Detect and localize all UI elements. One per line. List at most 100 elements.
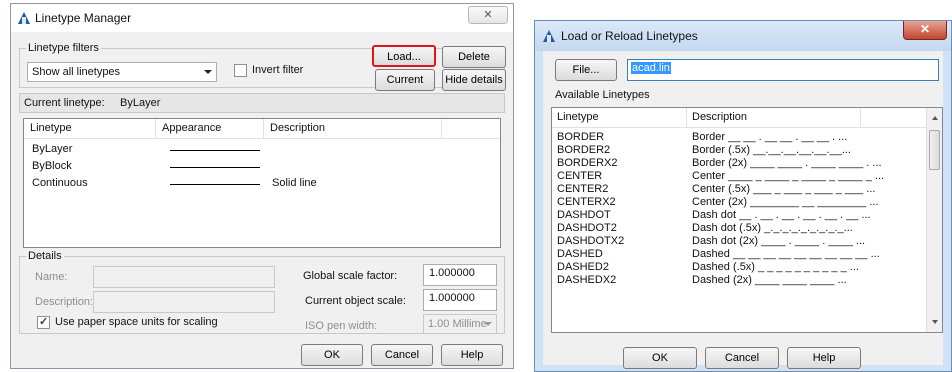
help-button-label: Help (460, 349, 484, 361)
linetype-name: CENTER (557, 170, 603, 182)
global-scale-label: Global scale factor: (303, 270, 398, 282)
file-path-value: acad.lin (631, 62, 671, 74)
help-button-label: Help (812, 352, 836, 364)
available-linetypes-list[interactable]: Linetype Description BORDER Border __ __ … (551, 107, 943, 333)
current-linetype-label: Current linetype: (24, 97, 105, 109)
global-scale-field[interactable]: 1.000000 (423, 264, 497, 286)
table-row[interactable]: BORDER2 Border (.5x) __.__.__.__.__.__... (552, 144, 928, 157)
linetype-name: Continuous (32, 177, 88, 189)
column-header-appearance[interactable]: Appearance (156, 119, 264, 139)
object-scale-field[interactable]: 1.000000 (423, 289, 497, 311)
column-header-description[interactable]: Description (687, 108, 861, 128)
linetype-name: DASHEDX2 (557, 274, 617, 286)
linetype-name: BORDER2 (557, 144, 611, 156)
table-row[interactable]: CENTER2 Center (.5x) ___ _ ___ _ ___ _ __… (552, 183, 928, 196)
linetype-filter-select[interactable]: Show all linetypes (27, 62, 217, 82)
linetype-name: ByLayer (32, 143, 73, 155)
column-header-description[interactable]: Description (264, 119, 442, 139)
column-header-description-label: Description (692, 111, 748, 123)
linetype-name: CENTER2 (557, 183, 609, 195)
file-button[interactable]: File... (555, 59, 617, 81)
table-row[interactable]: DASHDOTX2 Dash dot (2x) ____ . ____ . ___… (552, 235, 928, 248)
iso-pen-width-select[interactable]: 1.00 Millime (423, 314, 497, 334)
scrollbar-thumb[interactable] (929, 130, 940, 170)
linetype-manager-dialog: Linetype Manager ✕ Linetype filters Show… (10, 3, 514, 369)
table-row[interactable]: DASHED2 Dashed (.5x) _ _ _ _ _ _ _ _ _ _ … (552, 261, 928, 274)
cancel-button[interactable]: Cancel (705, 347, 779, 369)
close-icon: ✕ (483, 9, 493, 21)
table-row[interactable]: DASHDOT Dash dot __ . __ . __ . __ . __ .… (552, 209, 928, 222)
load-button[interactable]: Load... (372, 45, 436, 67)
delete-button-label: Delete (458, 51, 490, 63)
linetype-name: BORDERX2 (557, 157, 618, 169)
table-row[interactable]: BORDER Border __ __ . __ __ . __ __ . ... (552, 131, 928, 144)
column-header-linetype-label: Linetype (30, 122, 72, 134)
description-label: Description: (35, 296, 94, 308)
linetype-name: CENTERX2 (557, 196, 616, 208)
ok-button-label: OK (324, 349, 340, 361)
linetype-description: Dash dot (2x) ____ . ____ . ____ ... (692, 235, 866, 247)
scroll-down-icon[interactable] (932, 320, 938, 324)
cancel-button[interactable]: Cancel (371, 344, 433, 366)
linetype-filters-label: Linetype filters (26, 42, 101, 54)
table-row[interactable]: ByLayer (24, 141, 500, 158)
cancel-button-label: Cancel (384, 349, 420, 361)
linetype-description: Dashed __ __ __ __ __ __ __ __ __ ... (692, 248, 880, 260)
load-reload-dialog: Load or Reload Linetypes ✕ File... acad.… (534, 20, 952, 372)
linetype-name: DASHDOTX2 (557, 235, 625, 247)
linetype-description: Solid line (272, 177, 317, 189)
appearance-line (170, 167, 260, 168)
linetype-description: Border __ __ . __ __ . __ __ . ... (692, 131, 848, 143)
column-header-description-label: Description (270, 122, 326, 134)
table-row[interactable]: Continuous Solid line (24, 175, 500, 192)
close-button[interactable]: ✕ (468, 6, 508, 24)
description-field[interactable] (93, 291, 275, 313)
filter-select-value: Show all linetypes (32, 66, 121, 78)
file-path-input[interactable]: acad.lin (627, 59, 939, 81)
close-icon: ✕ (919, 22, 931, 36)
column-header-empty (861, 108, 928, 128)
linetype-description: Border (.5x) __.__.__.__.__.__... (692, 144, 851, 156)
ok-button[interactable]: OK (623, 347, 697, 369)
hide-details-button-label: Hide details (445, 74, 503, 86)
linetype-name: DASHED2 (557, 261, 609, 273)
load-button-label: Load... (387, 51, 421, 63)
scroll-up-icon[interactable] (932, 116, 938, 120)
table-row[interactable]: CENTERX2 Center (2x) ________ __ ________… (552, 196, 928, 209)
linetype-description: Border (2x) ____ ____ . ____ ____ . ... (692, 157, 882, 169)
help-button[interactable]: Help (441, 344, 503, 366)
column-header-empty (442, 119, 500, 139)
invert-filter-checkbox[interactable] (234, 64, 247, 77)
name-field[interactable] (93, 266, 275, 288)
dialog-title: Linetype Manager (35, 11, 132, 25)
delete-button[interactable]: Delete (442, 46, 506, 68)
close-button[interactable]: ✕ (903, 21, 947, 40)
table-row[interactable]: ByBlock (24, 158, 500, 175)
vertical-scrollbar[interactable] (926, 108, 942, 332)
linetype-list[interactable]: Linetype Appearance Description ByLayer … (23, 118, 501, 248)
table-row[interactable]: BORDERX2 Border (2x) ____ ____ . ____ ___… (552, 157, 928, 170)
paper-space-checkbox[interactable] (37, 315, 50, 329)
table-row[interactable]: DASHDOT2 Dash dot (.5x) _._._._._._._._._… (552, 222, 928, 235)
details-label: Details (26, 250, 64, 262)
column-header-linetype[interactable]: Linetype (24, 119, 156, 139)
linetype-description: Dash dot __ . __ . __ . __ . __ . __ ... (692, 209, 871, 221)
ok-button[interactable]: OK (301, 344, 363, 366)
available-linetypes-label: Available Linetypes (555, 89, 650, 101)
linetype-name: DASHDOT2 (557, 222, 617, 234)
current-linetype-value: ByLayer (120, 97, 161, 109)
table-row[interactable]: CENTER Center ____ _ ____ _ ____ _ ____ _… (552, 170, 928, 183)
name-label: Name: (35, 271, 68, 283)
help-button[interactable]: Help (787, 347, 861, 369)
global-scale-value: 1.000000 (429, 267, 475, 279)
current-button[interactable]: Current (375, 69, 435, 91)
hide-details-button[interactable]: Hide details (442, 69, 506, 91)
table-row[interactable]: DASHED Dashed __ __ __ __ __ __ __ __ __ … (552, 248, 928, 261)
column-header-linetype[interactable]: Linetype (552, 108, 687, 128)
table-row[interactable]: DASHEDX2 Dashed (2x) ____ ____ ____ ... (552, 274, 928, 287)
iso-pen-width-value: 1.00 Millime (428, 318, 487, 330)
chevron-down-icon (204, 70, 212, 74)
linetype-name: DASHED (557, 248, 603, 260)
linetype-description: Center (2x) ________ __ ________ ... (692, 196, 879, 208)
file-button-label: File... (572, 64, 600, 76)
